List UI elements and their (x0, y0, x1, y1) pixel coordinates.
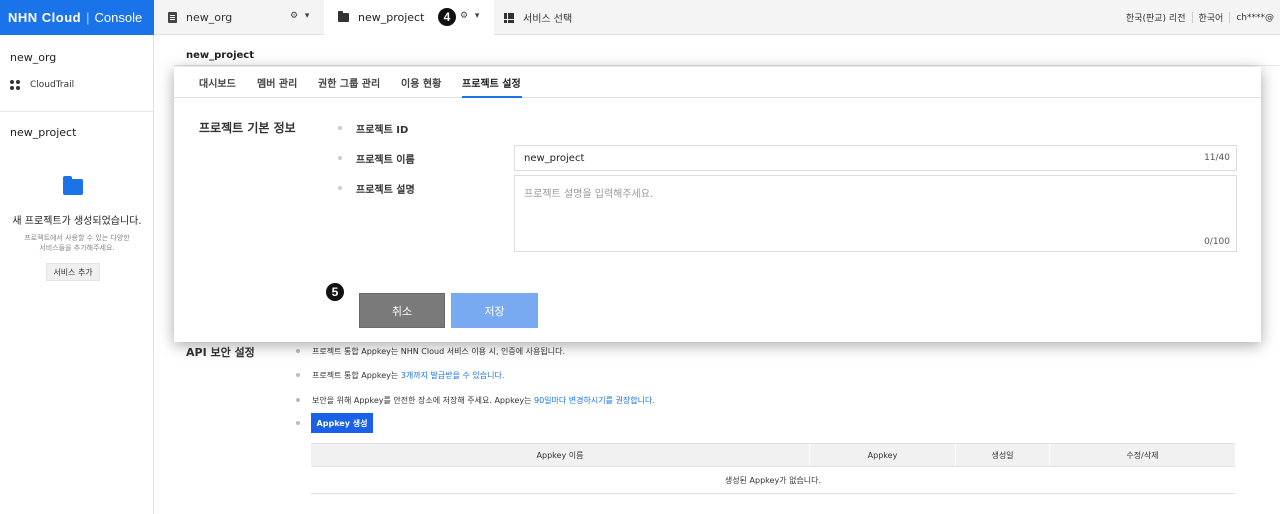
document-icon (168, 12, 177, 23)
sidebar-item-cloudtrail[interactable]: CloudTrail (10, 80, 74, 90)
api-info-line: 보안을 위해 Appkey를 안전한 장소에 저장해 주세요. Appkey는 … (296, 396, 655, 405)
appkey-table-empty: 생성된 Appkey가 없습니다. (311, 467, 1235, 494)
divider (174, 65, 1280, 66)
console-text: Console (94, 10, 143, 25)
column-header: 생성일 (956, 444, 1050, 466)
column-header: 수정/삭제 (1126, 450, 1159, 460)
desc-placeholder: 프로젝트 설명을 입력해주세요. (524, 189, 654, 200)
sidebar: new_org CloudTrail new_project 새 프로젝트가 생… (0, 35, 154, 514)
service-select-label: 서비스 선택 (523, 14, 573, 25)
top-bar: NHN Cloud | Console new_org ⚙ ▾ new_proj… (0, 0, 1280, 35)
column-header: Appkey (810, 444, 956, 466)
tab-usage[interactable]: 이용 현황 (401, 75, 441, 90)
cancel-button[interactable]: 취소 (359, 293, 445, 328)
project-desc-textarea[interactable]: 프로젝트 설명을 입력해주세요. 0/100 (514, 175, 1237, 252)
column-header: Appkey 이름 (311, 444, 810, 466)
project-tab-label: new_project (358, 11, 425, 24)
step-badge-4: 4 (438, 8, 456, 26)
divider (0, 111, 154, 112)
user-menu[interactable]: ch****@ (1230, 13, 1280, 23)
sidebar-project-name[interactable]: new_project (10, 126, 76, 139)
service-select-tab[interactable]: 서비스 선택 (494, 0, 604, 35)
api-info-link: 3개까지 발급받을 수 있습니다. (400, 371, 505, 380)
project-id-label: 프로젝트 ID (337, 121, 408, 136)
project-desc-label: 프로젝트 설명 (338, 181, 415, 196)
name-char-count: 11/40 (1204, 153, 1230, 163)
create-appkey-button[interactable]: Appkey 생성 (311, 413, 373, 433)
logo-text: NHN Cloud (8, 10, 82, 25)
project-created-subtext: 프로젝트에서 사용할 수 있는 다양한 서비스들을 추가해주세요. (24, 234, 130, 252)
org-tab-label: new_org (186, 11, 233, 24)
nhn-cloud-logo[interactable]: NHN Cloud | Console (0, 0, 154, 35)
folder-icon (338, 11, 349, 22)
tab-permission-group[interactable]: 권한 그룹 관리 (318, 75, 380, 90)
add-service-button[interactable]: 서비스 추가 (46, 263, 100, 281)
cloudtrail-icon (10, 80, 20, 90)
project-name-label: 프로젝트 이름 (338, 151, 415, 166)
language-selector[interactable]: 한국어 (1193, 11, 1230, 24)
tab-member-management[interactable]: 멤버 관리 (257, 75, 297, 90)
sidebar-org-name[interactable]: new_org (10, 51, 56, 64)
project-tab[interactable]: new_project 4 ⚙ ▾ (324, 0, 494, 35)
save-button[interactable]: 저장 (451, 293, 538, 328)
step-badge-5: 5 (326, 283, 344, 301)
top-right-menu: 한국(판교) 리전 한국어 ch****@ (1120, 0, 1280, 35)
project-settings-modal: 대시보드 멤버 관리 권한 그룹 관리 이용 현황 프로젝트 설정 프로젝트 기… (174, 67, 1261, 342)
grid-icon (504, 12, 514, 23)
project-settings-icon[interactable]: ⚙ ▾ (460, 11, 481, 21)
project-name-input[interactable]: new_project 11/40 (514, 145, 1237, 171)
org-tab[interactable]: new_org ⚙ ▾ (154, 0, 324, 35)
modal-tabs: 대시보드 멤버 관리 권한 그룹 관리 이용 현황 프로젝트 설정 (174, 67, 1261, 98)
api-security-title: API 보안 설정 (186, 346, 255, 359)
page-title: new_project (186, 50, 255, 61)
bullet (296, 421, 300, 425)
org-settings-icon[interactable]: ⚙ ▾ (290, 11, 311, 21)
api-info-link: 90일마다 변경하시기를 권장합니다. (534, 396, 655, 405)
tab-project-settings[interactable]: 프로젝트 설정 (462, 75, 521, 90)
desc-char-count: 0/100 (1204, 237, 1230, 247)
folder-icon (63, 176, 83, 195)
sidebar-item-label: CloudTrail (30, 80, 75, 90)
project-created-message: 새 프로젝트가 생성되었습니다. (12, 216, 142, 227)
active-tab-underline (462, 96, 522, 98)
api-info-line: 프로젝트 통합 Appkey는 NHN Cloud 서비스 이용 시, 인증에 … (296, 347, 565, 356)
appkey-table-header: Appkey 이름 Appkey 생성일 수정/삭제 (311, 443, 1235, 467)
tab-dashboard[interactable]: 대시보드 (199, 75, 236, 90)
project-name-value: new_project (524, 152, 585, 164)
section-title: 프로젝트 기본 정보 (199, 121, 296, 135)
region-selector[interactable]: 한국(판교) 리전 (1120, 11, 1192, 24)
api-info-line: 프로젝트 통합 Appkey는 3개까지 발급받을 수 있습니다. (295, 371, 505, 380)
